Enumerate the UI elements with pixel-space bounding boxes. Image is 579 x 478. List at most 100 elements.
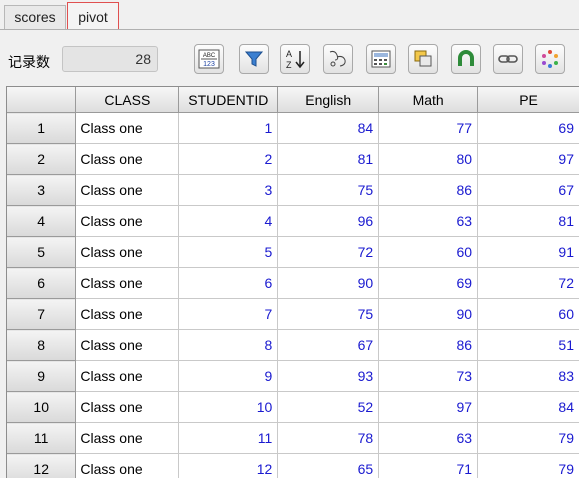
cell-class[interactable]: Class one: [76, 175, 179, 206]
filter-button[interactable]: [239, 44, 269, 74]
table-row[interactable]: 12Class one12657179: [7, 454, 579, 478]
cell-class[interactable]: Class one: [76, 299, 179, 330]
row-header[interactable]: 4: [7, 206, 76, 237]
row-header[interactable]: 11: [7, 423, 76, 454]
cell-studentid[interactable]: 5: [179, 237, 278, 268]
cell-english[interactable]: 72: [278, 237, 379, 268]
magnet-button[interactable]: [451, 44, 481, 74]
cell-studentid[interactable]: 9: [179, 361, 278, 392]
table-row[interactable]: 7Class one7759060: [7, 299, 579, 330]
column-header-pe[interactable]: PE: [478, 87, 579, 113]
cell-studentid[interactable]: 12: [179, 454, 278, 478]
cell-class[interactable]: Class one: [76, 206, 179, 237]
column-header-english[interactable]: English: [278, 87, 379, 113]
cell-studentid[interactable]: 7: [179, 299, 278, 330]
cell-studentid[interactable]: 11: [179, 423, 278, 454]
row-header[interactable]: 12: [7, 454, 76, 478]
row-header[interactable]: 1: [7, 113, 76, 144]
column-header-studentid[interactable]: STUDENTID: [179, 87, 278, 113]
cell-english[interactable]: 90: [278, 268, 379, 299]
cell-math[interactable]: 69: [379, 268, 478, 299]
cell-english[interactable]: 52: [278, 392, 379, 423]
row-header[interactable]: 5: [7, 237, 76, 268]
cell-pe[interactable]: 72: [478, 268, 579, 299]
cell-class[interactable]: Class one: [76, 330, 179, 361]
cell-class[interactable]: Class one: [76, 113, 179, 144]
table-row[interactable]: 8Class one8678651: [7, 330, 579, 361]
cell-math[interactable]: 63: [379, 206, 478, 237]
table-row[interactable]: 11Class one11786379: [7, 423, 579, 454]
tab-pivot[interactable]: pivot: [67, 2, 119, 30]
cell-pe[interactable]: 83: [478, 361, 579, 392]
cell-pe[interactable]: 84: [478, 392, 579, 423]
table-row[interactable]: 6Class one6906972: [7, 268, 579, 299]
cell-english[interactable]: 65: [278, 454, 379, 478]
cell-class[interactable]: Class one: [76, 454, 179, 478]
cell-pe[interactable]: 91: [478, 237, 579, 268]
cell-pe[interactable]: 97: [478, 144, 579, 175]
calculate-button[interactable]: [366, 44, 396, 74]
column-header-class[interactable]: CLASS: [76, 87, 179, 113]
cell-studentid[interactable]: 4: [179, 206, 278, 237]
corner-cell[interactable]: [7, 87, 76, 113]
cell-math[interactable]: 86: [379, 330, 478, 361]
cell-english[interactable]: 93: [278, 361, 379, 392]
table-row[interactable]: 5Class one5726091: [7, 237, 579, 268]
copy-button[interactable]: [408, 44, 438, 74]
cell-pe[interactable]: 51: [478, 330, 579, 361]
cell-english[interactable]: 75: [278, 175, 379, 206]
group-button[interactable]: [323, 44, 353, 74]
table-row[interactable]: 9Class one9937383: [7, 361, 579, 392]
cell-studentid[interactable]: 2: [179, 144, 278, 175]
table-row[interactable]: 4Class one4966381: [7, 206, 579, 237]
cell-math[interactable]: 73: [379, 361, 478, 392]
cell-studentid[interactable]: 3: [179, 175, 278, 206]
table-row[interactable]: 1Class one1847769: [7, 113, 579, 144]
table-row[interactable]: 3Class one3758667: [7, 175, 579, 206]
cell-math[interactable]: 63: [379, 423, 478, 454]
column-header-math[interactable]: Math: [379, 87, 478, 113]
cell-math[interactable]: 80: [379, 144, 478, 175]
cell-pe[interactable]: 81: [478, 206, 579, 237]
cell-english[interactable]: 81: [278, 144, 379, 175]
cell-pe[interactable]: 60: [478, 299, 579, 330]
cell-english[interactable]: 96: [278, 206, 379, 237]
cell-class[interactable]: Class one: [76, 144, 179, 175]
cell-math[interactable]: 71: [379, 454, 478, 478]
cell-math[interactable]: 86: [379, 175, 478, 206]
row-header[interactable]: 8: [7, 330, 76, 361]
table-row[interactable]: 10Class one10529784: [7, 392, 579, 423]
cell-class[interactable]: Class one: [76, 361, 179, 392]
cell-pe[interactable]: 79: [478, 423, 579, 454]
cell-class[interactable]: Class one: [76, 392, 179, 423]
row-header[interactable]: 10: [7, 392, 76, 423]
row-header[interactable]: 6: [7, 268, 76, 299]
cell-pe[interactable]: 79: [478, 454, 579, 478]
cell-class[interactable]: Class one: [76, 423, 179, 454]
format-button[interactable]: ABC 123: [194, 44, 224, 74]
cell-math[interactable]: 90: [379, 299, 478, 330]
tab-scores[interactable]: scores: [4, 5, 66, 29]
refresh-button[interactable]: [535, 44, 565, 74]
cell-math[interactable]: 77: [379, 113, 478, 144]
cell-pe[interactable]: 69: [478, 113, 579, 144]
cell-pe[interactable]: 67: [478, 175, 579, 206]
row-header[interactable]: 7: [7, 299, 76, 330]
sort-button[interactable]: A Z: [280, 44, 310, 74]
table-row[interactable]: 2Class one2818097: [7, 144, 579, 175]
cell-class[interactable]: Class one: [76, 268, 179, 299]
cell-math[interactable]: 97: [379, 392, 478, 423]
cell-studentid[interactable]: 6: [179, 268, 278, 299]
cell-english[interactable]: 84: [278, 113, 379, 144]
cell-english[interactable]: 75: [278, 299, 379, 330]
cell-english[interactable]: 78: [278, 423, 379, 454]
cell-class[interactable]: Class one: [76, 237, 179, 268]
cell-english[interactable]: 67: [278, 330, 379, 361]
link-button[interactable]: [493, 44, 523, 74]
cell-studentid[interactable]: 10: [179, 392, 278, 423]
cell-studentid[interactable]: 1: [179, 113, 278, 144]
cell-math[interactable]: 60: [379, 237, 478, 268]
row-header[interactable]: 2: [7, 144, 76, 175]
row-header[interactable]: 9: [7, 361, 76, 392]
row-header[interactable]: 3: [7, 175, 76, 206]
